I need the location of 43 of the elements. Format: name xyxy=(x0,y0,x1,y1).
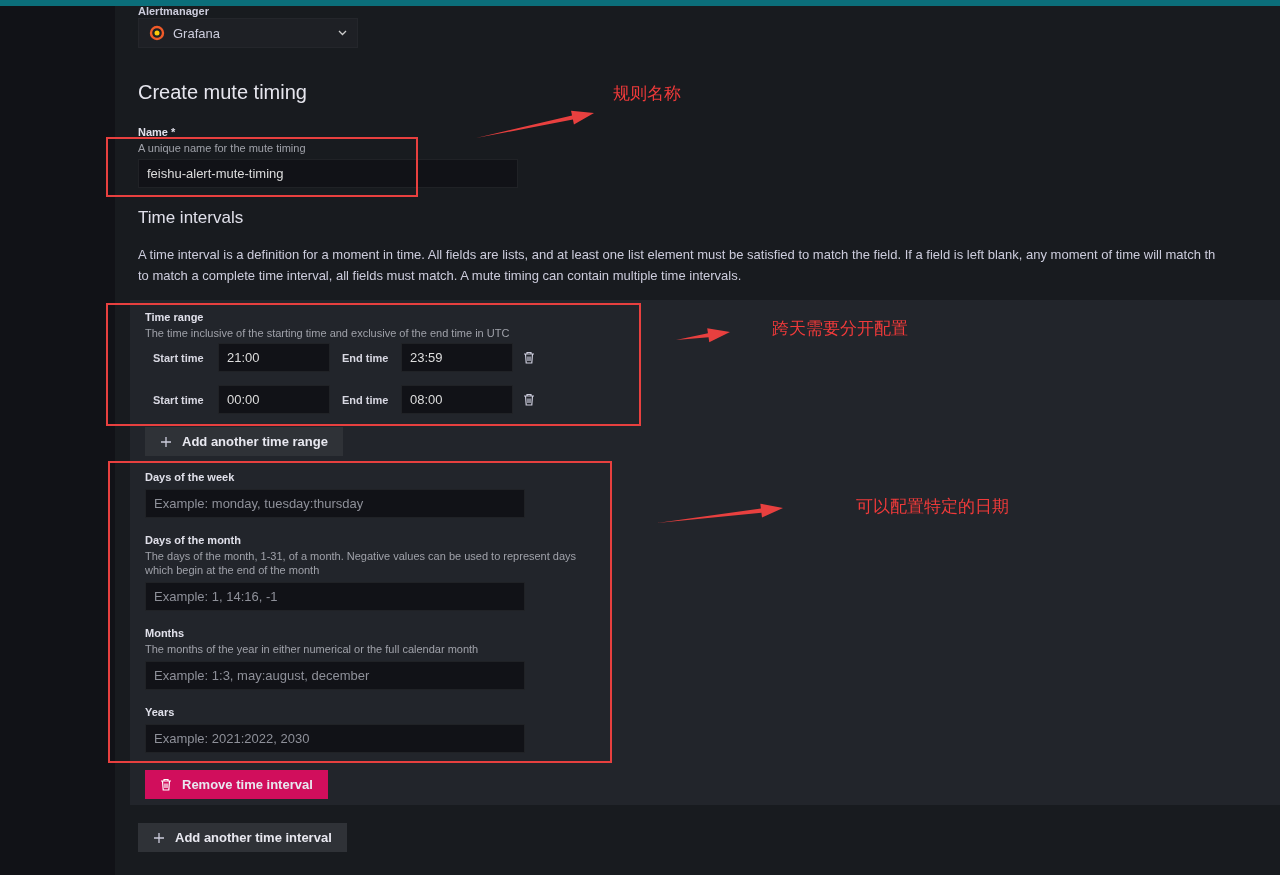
description-text: A time interval is a definition for a moment in time. All fields are lists, and at least one list element must be satisfied to match the field. If a field is left blank, any moment of time will match th xyxy=(138,246,1217,264)
field-label: Name * xyxy=(138,126,176,138)
annotation-text: 可以配置特定的日期 xyxy=(856,496,1009,518)
field-label: Days of the month xyxy=(145,534,241,546)
trash-icon xyxy=(160,778,172,791)
field-description: A unique name for the mute timing xyxy=(138,141,306,155)
caret-icon xyxy=(338,30,347,36)
time-field[interactable]: 08:00 xyxy=(401,385,513,414)
field-label: Alertmanager xyxy=(138,6,210,15)
alertmanager-select[interactable]: Grafana xyxy=(138,18,358,48)
add-time-range-button[interactable]: Add another time range xyxy=(145,427,343,456)
field-label: Start time xyxy=(153,351,205,364)
description-text: to match a complete time interval, all fields must match. A mute timing can contain multiple time intervals. xyxy=(138,267,743,285)
input-field[interactable]: Example: 2021:2022, 2030 xyxy=(145,724,525,753)
input-field[interactable]: Example: 1:3, may:august, december xyxy=(145,661,525,690)
field-label: Start time xyxy=(153,393,205,406)
time-field[interactable]: 00:00 xyxy=(218,385,330,414)
logo-icon xyxy=(149,25,165,41)
field-description: The time inclusive of the starting time and exclusive of the end time in UTC xyxy=(145,326,510,340)
field-label: Months xyxy=(145,627,185,639)
field-description: The months of the year in either numerical or the full calendar month xyxy=(145,642,479,656)
plus-icon xyxy=(153,831,165,844)
time-field[interactable]: 21:00 xyxy=(218,343,330,372)
annotation-arrow xyxy=(676,328,730,343)
plus-icon xyxy=(160,435,172,448)
name-field[interactable]: feishu-alert-mute-timing xyxy=(138,159,518,188)
input-field[interactable]: Example: 1, 14:16, -1 xyxy=(145,582,525,611)
time-field[interactable]: 23:59 xyxy=(401,343,513,372)
section-heading: Time intervals xyxy=(138,208,244,228)
field-description: The days of the month, 1-31, of a month. Negative values can be used to represent days which begin at the end of the month xyxy=(145,549,578,577)
trash-icon[interactable] xyxy=(523,393,535,406)
field-label: End time xyxy=(342,393,390,406)
field-label: Years xyxy=(145,706,175,718)
trash-icon[interactable] xyxy=(523,351,535,364)
page-title: Create mute timing xyxy=(138,81,307,104)
field-label: End time xyxy=(342,351,390,364)
remove-interval-button[interactable]: Remove time interval xyxy=(145,770,328,799)
add-interval-button[interactable]: Add another time interval xyxy=(138,823,347,852)
input-field[interactable]: Example: monday, tuesday:thursday xyxy=(145,489,525,518)
field-label: Days of the week xyxy=(145,471,235,483)
field-label: Time range xyxy=(145,311,204,323)
annotation-text: 跨天需要分开配置 xyxy=(772,318,908,340)
annotation-text: 规则名称 xyxy=(613,83,681,105)
